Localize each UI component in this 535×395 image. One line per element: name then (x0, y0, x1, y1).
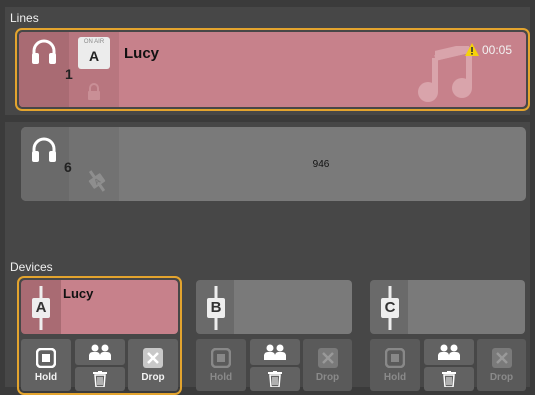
device-c-letter: C (384, 299, 396, 316)
on-air-badge: ON AIR A (78, 37, 110, 69)
trash-button-b[interactable] (250, 367, 300, 391)
hold-button-b[interactable]: Hold (196, 339, 246, 391)
fader-icon: A (83, 169, 111, 198)
hold-button-a[interactable]: Hold (21, 339, 71, 391)
trash-icon (442, 371, 456, 387)
hold-button-c[interactable]: Hold (370, 339, 420, 391)
conference-icon (438, 344, 460, 360)
hold-icon (36, 347, 56, 368)
device-b-card[interactable]: B (196, 280, 352, 334)
warning-icon (465, 43, 479, 61)
hold-label-b: Hold (209, 371, 233, 383)
conference-icon (264, 344, 286, 360)
lines-section-title: Lines (10, 11, 39, 25)
drop-button-a[interactable]: Drop (128, 339, 178, 391)
drop-label-b: Drop (315, 371, 340, 383)
close-icon (317, 347, 338, 368)
drop-label-c: Drop (489, 371, 514, 383)
conference-button-c[interactable] (424, 339, 474, 365)
line-1-timer: 00:05 (482, 43, 513, 57)
line-6-caller-number: 946 (312, 159, 330, 170)
hold-icon (211, 347, 231, 368)
device-c-name-zone[interactable] (408, 280, 525, 334)
close-icon (143, 347, 163, 368)
drop-label-a: Drop (141, 371, 165, 383)
line-1-caller-name: Lucy (124, 45, 160, 62)
hold-label-c: Hold (383, 371, 407, 383)
on-air-letter: A (88, 48, 100, 64)
conference-button-a[interactable] (75, 339, 125, 365)
devices-section-title: Devices (10, 260, 53, 274)
device-a-letter: A (35, 299, 47, 316)
conference-icon (89, 344, 111, 360)
trash-icon (93, 371, 107, 387)
line-1-number: 1 (65, 66, 73, 82)
device-a-name: Lucy (63, 286, 94, 301)
lock-icon (86, 83, 102, 106)
headset-icon (31, 38, 57, 73)
drop-button-c[interactable]: Drop (477, 339, 526, 391)
device-c-card[interactable]: C (370, 280, 525, 334)
device-b-letter: B (210, 299, 222, 316)
line-1-card[interactable]: 1 ON AIR A Lucy 00:05 (15, 28, 530, 111)
trash-button-a[interactable] (75, 367, 125, 391)
conference-button-b[interactable] (250, 339, 300, 365)
drop-button-b[interactable]: Drop (303, 339, 352, 391)
trash-icon (268, 371, 282, 387)
line-6-card[interactable]: 6 A 946 (21, 127, 526, 201)
on-air-badge-label: ON AIR (83, 39, 105, 45)
close-icon (491, 347, 512, 368)
hold-label-a: Hold (34, 371, 58, 383)
device-b-name-zone[interactable] (234, 280, 352, 334)
hold-icon (385, 347, 405, 368)
trash-button-c[interactable] (424, 367, 474, 391)
